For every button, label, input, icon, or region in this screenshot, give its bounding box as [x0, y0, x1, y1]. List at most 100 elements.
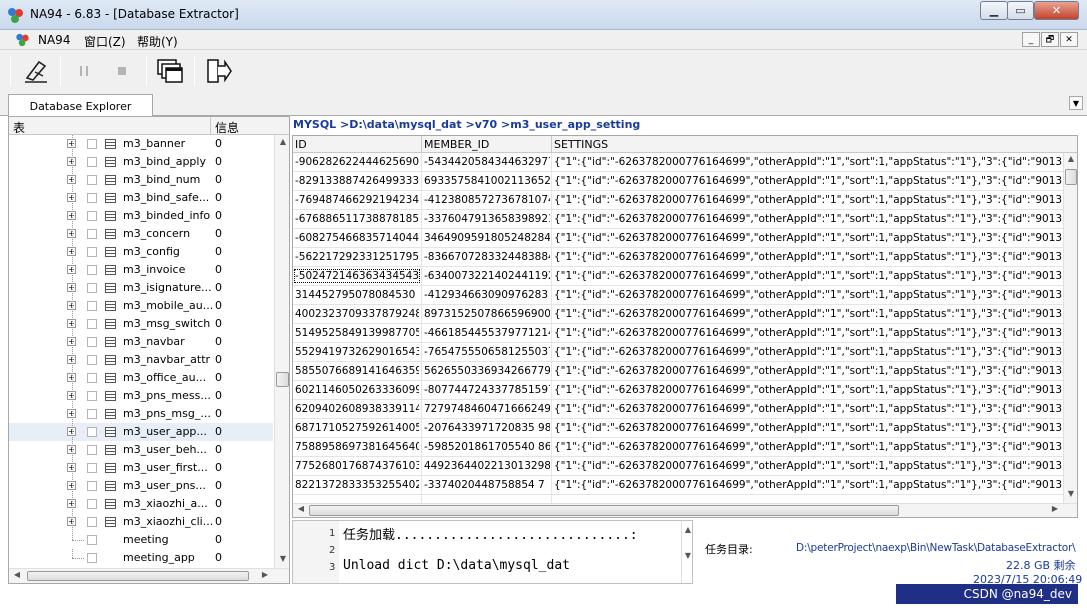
cell-settings[interactable]: {"1":{"id":"-6263782000776164699","other… — [554, 175, 1062, 187]
tree-item[interactable]: + m3_invoice 0 — [9, 261, 273, 279]
tree-item-checkbox[interactable] — [87, 553, 97, 563]
cell-id[interactable]: 6021146050263336099 — [295, 384, 419, 396]
tree-item[interactable]: + m3_binded_info 0 — [9, 207, 273, 225]
grid-scroll-up-arrow-icon[interactable]: ▲ — [1063, 154, 1077, 168]
table-row[interactable]: 7588958697381645640 -5985201861705540 86 {… — [293, 438, 1063, 457]
tree-item-checkbox[interactable] — [87, 139, 97, 149]
cell-member-id[interactable]: 3464909591805248284 — [424, 232, 550, 244]
tree-item-checkbox[interactable] — [87, 445, 97, 455]
cell-id[interactable]: 7588958697381645640 — [295, 441, 419, 453]
cell-member-id[interactable]: 7279748460471666249 — [424, 403, 550, 415]
tree-item-checkbox[interactable] — [87, 391, 97, 401]
tab-database-explorer[interactable]: Database Explorer — [8, 94, 153, 117]
maximize-button[interactable]: ▭ — [1007, 1, 1034, 20]
cell-member-id[interactable]: -7654755506581255037 — [424, 346, 550, 358]
cell-id[interactable]: -8291338874264993333 — [295, 175, 419, 187]
tree-item-checkbox[interactable] — [87, 499, 97, 509]
cell-settings[interactable]: {"1":{"id":"-6263782000776164699","other… — [554, 479, 1062, 491]
cell-member-id[interactable]: -2076433971720835 98 — [424, 422, 550, 434]
tree-hscroll-thumb[interactable] — [27, 571, 249, 581]
table-row[interactable]: 8221372833353255402 -3374020448758854 7 {"… — [293, 476, 1063, 495]
cell-settings[interactable]: {"1":{"id":"-6263782000776164699","other… — [554, 422, 1062, 434]
cell-settings[interactable]: {"1":{"id":"-6263782000776164699","other… — [554, 441, 1062, 453]
grid-scroll-right-arrow-icon[interactable]: ▶ — [1047, 504, 1063, 517]
cell-id[interactable]: 4002323709337879248 — [295, 308, 419, 320]
tree-item[interactable]: + m3_mobile_au... 0 — [9, 297, 273, 315]
cell-settings[interactable]: {"1":{"id":"-6263782000776164699","other… — [554, 270, 1062, 282]
cell-id[interactable]: 8221372833353255402 — [295, 479, 419, 491]
table-row[interactable]: 6021146050263336099 -8077447243377851597 {… — [293, 381, 1063, 400]
menu-na94[interactable]: NA94 — [38, 33, 70, 47]
tree-item-checkbox[interactable] — [87, 427, 97, 437]
menu-help[interactable]: 帮助(Y) — [137, 33, 178, 50]
tree-item-checkbox[interactable] — [87, 193, 97, 203]
column-header-member-id[interactable]: MEMBER_ID — [424, 138, 489, 151]
task-directory-path[interactable]: D:\peterProject\naexp\Bin\NewTask\Databa… — [796, 542, 1076, 554]
tree-item[interactable]: + m3_bind_num 0 — [9, 171, 273, 189]
tree-item[interactable]: + m3_concern 0 — [9, 225, 273, 243]
log-vertical-scrollbar[interactable]: ▲ ▼ — [680, 521, 692, 583]
tree-item[interactable]: + m3_isignature... 0 — [9, 279, 273, 297]
cell-settings[interactable]: {"1":{"id":"-6263782000776164699","other… — [554, 308, 1062, 320]
cell-settings[interactable]: {"1":{"id":"-6263782000776164699","other… — [554, 403, 1062, 415]
tree-item-checkbox[interactable] — [87, 265, 97, 275]
tree-item[interactable]: + m3_msg_switch 0 — [9, 315, 273, 333]
cell-settings[interactable]: {"1":{"id":"-6263782000776164699","other… — [554, 460, 1062, 472]
tree-item[interactable]: + m3_xiaozhi_a... 0 — [9, 495, 273, 513]
tree-item[interactable]: + m3_config 0 — [9, 243, 273, 261]
tree-item-checkbox[interactable] — [87, 463, 97, 473]
tree-item-checkbox[interactable] — [87, 247, 97, 257]
cell-member-id[interactable]: 6933575841002113652 — [424, 175, 550, 187]
grid-hscroll-thumb[interactable] — [309, 505, 899, 516]
log-scroll-down-arrow-icon[interactable]: ▼ — [680, 551, 692, 565]
table-row[interactable]: -8291338874264993333 6933575841002113652 {… — [293, 172, 1063, 191]
tree-item[interactable]: + m3_bind_safe... 0 — [9, 189, 273, 207]
cell-id[interactable]: 6871710527592614005 — [295, 422, 419, 434]
tree-vertical-scrollbar[interactable]: ▲ ▼ — [274, 135, 289, 569]
cell-member-id[interactable]: -412934663090976283 — [424, 289, 550, 301]
table-row[interactable]: 5149525849139987705 -4661854455379771214 {… — [293, 324, 1063, 343]
cell-id[interactable]: 6209402608938339114 — [295, 403, 419, 415]
table-row[interactable]: 5529419732629016543 -7654755506581255037 {… — [293, 343, 1063, 362]
tab-dropdown-button[interactable]: ▼ — [1069, 96, 1083, 110]
table-row[interactable]: -5622172923312517952 -8366707283324483884… — [293, 248, 1063, 267]
table-row[interactable]: 6209402608938339114 7279748460471666249 {"… — [293, 400, 1063, 419]
grid-scroll-thumb[interactable] — [1065, 169, 1077, 185]
tree-item-checkbox[interactable] — [87, 319, 97, 329]
tree-item[interactable]: + m3_user_app... 0 — [9, 423, 273, 441]
exit-button[interactable] — [200, 54, 236, 88]
tree-item-checkbox[interactable] — [87, 409, 97, 419]
grid-scroll-down-arrow-icon[interactable]: ▼ — [1063, 489, 1077, 503]
log-scroll-up-arrow-icon[interactable]: ▲ — [680, 525, 692, 539]
table-row[interactable]: 5855076689141646359 5626550336934266779 {"… — [293, 362, 1063, 381]
cell-settings[interactable]: {"1":{"id":"-6263782000776164699","other… — [554, 251, 1062, 263]
windows-button[interactable] — [152, 54, 188, 88]
tree-item-checkbox[interactable] — [87, 337, 97, 347]
grid-horizontal-scrollbar[interactable]: ◀ ▶ — [293, 503, 1077, 517]
cell-member-id[interactable]: 8973152507866596900 — [424, 308, 550, 320]
grid-scroll-left-arrow-icon[interactable]: ◀ — [293, 504, 309, 517]
cell-id[interactable]: 5855076689141646359 — [295, 365, 419, 377]
scroll-up-arrow-icon[interactable]: ▲ — [275, 137, 289, 151]
tree-scroll-thumb[interactable] — [276, 372, 289, 387]
mdi-close-button[interactable]: ✕ — [1060, 32, 1078, 47]
grid-vertical-scrollbar[interactable]: ▲ ▼ — [1063, 153, 1077, 503]
tree-header-name[interactable]: 表 — [13, 119, 25, 136]
table-row[interactable]: -6082754668357140447 3464909591805248284 {… — [293, 229, 1063, 248]
scroll-left-arrow-icon[interactable]: ◀ — [9, 570, 25, 583]
scroll-down-arrow-icon[interactable]: ▼ — [275, 554, 289, 568]
cell-settings[interactable]: {"1":{"id":"-6263782000776164699","other… — [554, 365, 1062, 377]
stop-button[interactable] — [104, 54, 140, 88]
cell-member-id[interactable]: -4661854455379771214 — [424, 327, 550, 339]
cell-member-id[interactable]: -8077447243377851597 — [424, 384, 550, 396]
tree-horizontal-scrollbar[interactable]: ◀ ▶ — [9, 568, 289, 583]
tree-item[interactable]: + m3_banner 0 — [9, 135, 273, 153]
task-log[interactable]: 1 任务加载..............................: 2 … — [292, 520, 693, 584]
table-row[interactable]: 4002323709337879248 8973152507866596900 {"… — [293, 305, 1063, 324]
mdi-restore-button[interactable]: 🗗 — [1041, 32, 1059, 47]
column-header-settings[interactable]: SETTINGS — [554, 138, 608, 151]
cell-id[interactable]: -5024721463634345432 — [294, 269, 420, 283]
tree-item[interactable]: + m3_navbar_attr 0 — [9, 351, 273, 369]
tree-item-checkbox[interactable] — [87, 175, 97, 185]
tree-item-checkbox[interactable] — [87, 229, 97, 239]
